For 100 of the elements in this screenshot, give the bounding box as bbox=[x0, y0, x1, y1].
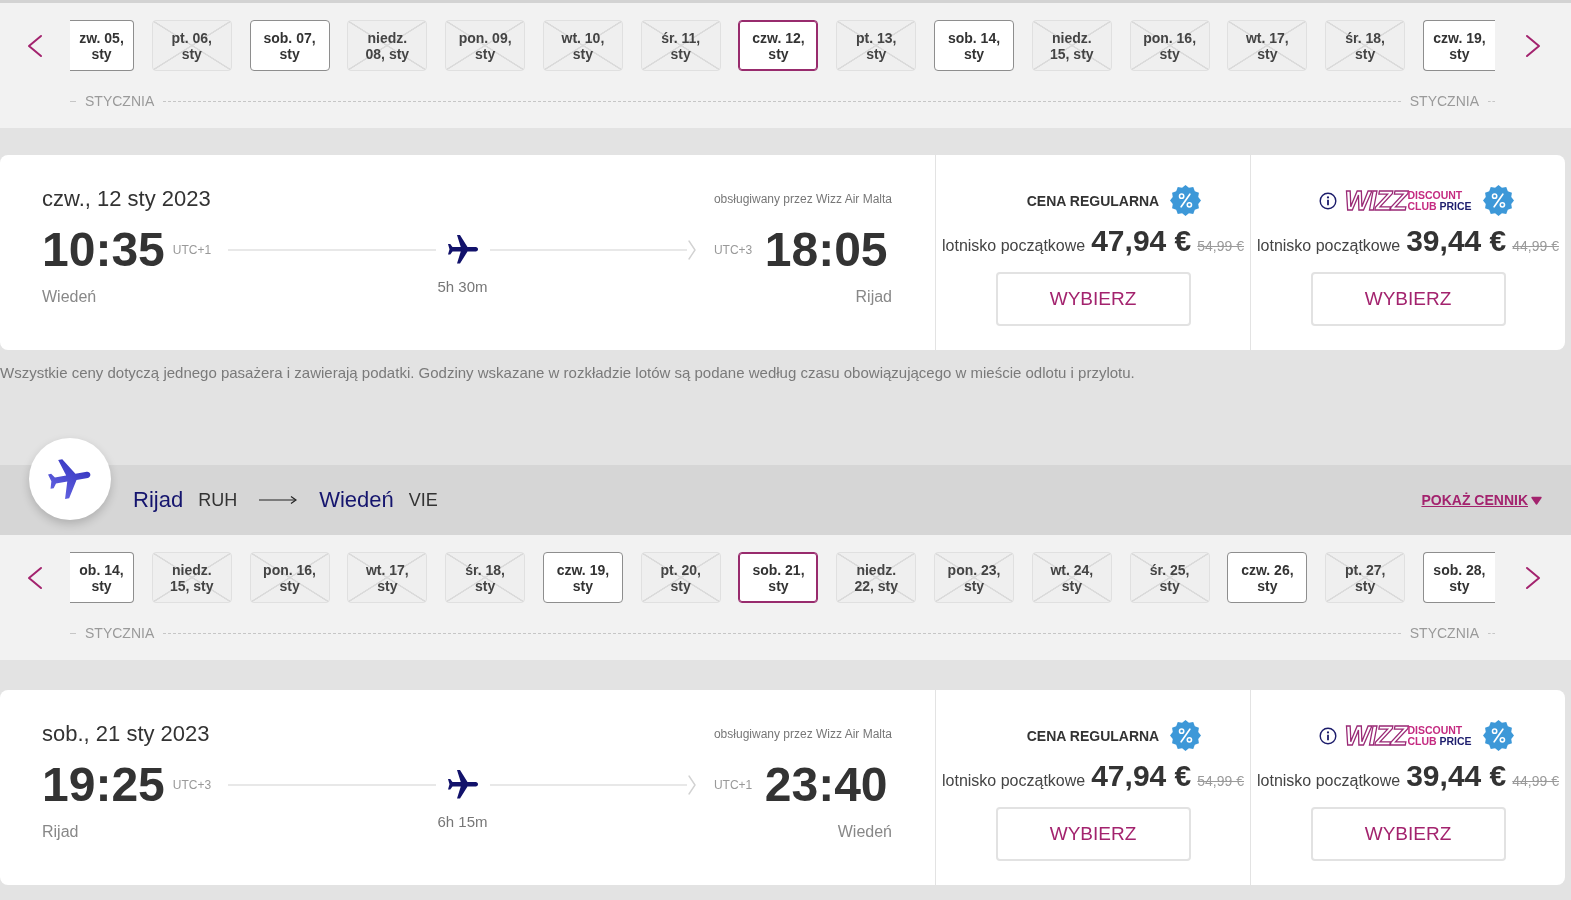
long-arrow-icon bbox=[259, 495, 298, 505]
date-button[interactable]: sob. 07, sty bbox=[249, 20, 330, 71]
show-prices-link[interactable]: POKAŻ CENNIK bbox=[1421, 492, 1542, 508]
chevron-left-icon bbox=[27, 565, 43, 590]
fare-label: lotnisko początkowe bbox=[942, 237, 1086, 255]
next-dates-button[interactable] bbox=[1525, 565, 1541, 590]
select-button[interactable]: WYBIERZ bbox=[995, 272, 1191, 326]
logo-tagline: CLUB PRICE bbox=[1407, 200, 1472, 212]
month-label: STYCZNIA bbox=[1409, 625, 1479, 641]
arrival-time: 18:05 bbox=[764, 224, 889, 276]
fare-title: CENA REGULARNA bbox=[1026, 192, 1160, 209]
departure-city: Wiedeń bbox=[42, 287, 98, 307]
date-button[interactable]: wt. 24, sty bbox=[1031, 552, 1112, 603]
caret-down-icon bbox=[1531, 495, 1542, 505]
origin-city: Rijad bbox=[133, 487, 184, 513]
arrival-city: Rijad bbox=[855, 287, 892, 307]
chevron-right-icon bbox=[1525, 33, 1541, 58]
month-label: STYCZNIA bbox=[1409, 93, 1479, 109]
date-button[interactable]: czw. 19, sty bbox=[1422, 20, 1495, 71]
date-button[interactable]: czw. 19, sty bbox=[542, 552, 623, 603]
month-label: STYCZNIA bbox=[85, 625, 155, 641]
timezone-label: UTC+1 bbox=[713, 778, 754, 792]
chevron-left-icon bbox=[27, 33, 43, 58]
percent-badge-icon bbox=[1170, 185, 1202, 216]
date-button[interactable]: wt. 10, sty bbox=[542, 20, 623, 71]
date-button[interactable]: pt. 13, sty bbox=[836, 20, 917, 71]
logo-tagline: CLUB PRICE bbox=[1407, 735, 1472, 747]
logo-tagline: DISCOUNT bbox=[1407, 189, 1464, 201]
date-button[interactable]: pon. 09, sty bbox=[445, 20, 526, 71]
date-button[interactable]: śr. 18, sty bbox=[445, 552, 526, 603]
arrival-city: Wiedeń bbox=[837, 822, 892, 842]
logo-tagline: DISCOUNT bbox=[1407, 724, 1464, 736]
date-button[interactable]: wt. 17, sty bbox=[347, 552, 428, 603]
percent-badge-icon bbox=[1482, 720, 1514, 751]
date-button[interactable]: czw. 26, sty bbox=[1227, 552, 1308, 603]
arrowhead-icon bbox=[686, 774, 697, 796]
timezone-label: UTC+1 bbox=[172, 243, 212, 257]
flight-duration: 5h 30m bbox=[437, 278, 488, 296]
info-icon[interactable] bbox=[1319, 191, 1338, 210]
fare-label: lotnisko początkowe bbox=[1257, 772, 1401, 790]
airport-code: VIE bbox=[408, 489, 438, 511]
fare-label: lotnisko początkowe bbox=[942, 772, 1086, 790]
logo-wordmark: WIZZ bbox=[1344, 186, 1407, 215]
date-button[interactable]: pt. 06, sty bbox=[151, 20, 232, 71]
previous-dates-button[interactable] bbox=[27, 33, 43, 58]
flight-date: sob., 21 sty 2023 bbox=[42, 720, 211, 748]
percent-badge-icon bbox=[1170, 720, 1202, 751]
fare-price: 39,44 € bbox=[1406, 758, 1507, 794]
percent-badge-icon bbox=[1482, 185, 1514, 216]
info-icon[interactable] bbox=[1319, 726, 1338, 745]
arrowhead-icon bbox=[686, 239, 697, 261]
old-price: 44,99 € bbox=[1512, 238, 1559, 254]
date-button[interactable]: pon. 16, sty bbox=[1129, 20, 1210, 71]
date-button[interactable]: śr. 18, sty bbox=[1325, 20, 1406, 71]
date-button[interactable]: pt. 27, sty bbox=[1325, 552, 1406, 603]
timezone-label: UTC+3 bbox=[172, 778, 212, 792]
departure-time: 10:35 bbox=[42, 224, 165, 276]
date-button[interactable]: wt. 17, sty bbox=[1227, 20, 1308, 71]
flight-date: czw., 12 sty 2023 bbox=[42, 185, 212, 213]
date-button[interactable]: pon. 23, sty bbox=[934, 552, 1015, 603]
date-button[interactable]: sob. 28, sty bbox=[1422, 552, 1495, 603]
date-button[interactable]: niedz. 15, sty bbox=[1031, 20, 1112, 71]
fare-title: CENA REGULARNA bbox=[1026, 727, 1160, 744]
logo-wordmark: WIZZ bbox=[1344, 721, 1407, 750]
date-button[interactable]: zw. 05, sty bbox=[70, 20, 134, 71]
next-dates-button[interactable] bbox=[1525, 33, 1541, 58]
date-button[interactable]: sob. 14, sty bbox=[934, 20, 1015, 71]
chevron-right-icon bbox=[1525, 565, 1541, 590]
old-price: 54,99 € bbox=[1197, 238, 1244, 254]
old-price: 54,99 € bbox=[1197, 773, 1244, 789]
airplane-badge-icon bbox=[29, 438, 111, 520]
date-button[interactable]: niedz. 22, sty bbox=[836, 552, 917, 603]
flight-duration: 6h 15m bbox=[437, 813, 488, 831]
date-button[interactable]: śr. 11, sty bbox=[640, 20, 721, 71]
fare-price: 39,44 € bbox=[1406, 223, 1507, 259]
date-button[interactable]: pt. 20, sty bbox=[640, 552, 721, 603]
date-button[interactable]: ob. 14, sty bbox=[70, 552, 134, 603]
date-button[interactable]: niedz. 08, sty bbox=[347, 20, 428, 71]
date-button[interactable]: niedz. 15, sty bbox=[151, 552, 232, 603]
airport-code: RUH bbox=[198, 489, 238, 511]
departure-city: Rijad bbox=[42, 822, 80, 842]
fare-label: lotnisko początkowe bbox=[1257, 237, 1401, 255]
select-button[interactable]: WYBIERZ bbox=[1310, 272, 1506, 326]
date-button[interactable]: śr. 25, sty bbox=[1129, 552, 1210, 603]
arrival-time: 23:40 bbox=[764, 759, 889, 811]
date-button[interactable]: sob. 21, sty bbox=[738, 552, 819, 603]
timezone-label: UTC+3 bbox=[713, 243, 754, 257]
date-button[interactable]: czw. 12, sty bbox=[738, 20, 819, 71]
fare-price: 47,94 € bbox=[1091, 223, 1192, 259]
destination-city: Wiedeń bbox=[319, 487, 394, 513]
month-label: STYCZNIA bbox=[85, 93, 155, 109]
price-note: Wszystkie ceny dotyczą jednego pasażera i zawierają podatki. Godziny wskazane w rozkładzie lotów są podane według czasu obowiązującego w mieście odlotu i przylotu. bbox=[0, 364, 1136, 382]
select-button[interactable]: WYBIERZ bbox=[995, 807, 1191, 861]
previous-dates-button[interactable] bbox=[27, 565, 43, 590]
fare-price: 47,94 € bbox=[1091, 758, 1192, 794]
operator-text: obsługiwany przez Wizz Air Malta bbox=[713, 192, 892, 206]
select-button[interactable]: WYBIERZ bbox=[1310, 807, 1506, 861]
old-price: 44,99 € bbox=[1512, 773, 1559, 789]
operator-text: obsługiwany przez Wizz Air Malta bbox=[713, 727, 892, 741]
date-button[interactable]: pon. 16, sty bbox=[249, 552, 330, 603]
